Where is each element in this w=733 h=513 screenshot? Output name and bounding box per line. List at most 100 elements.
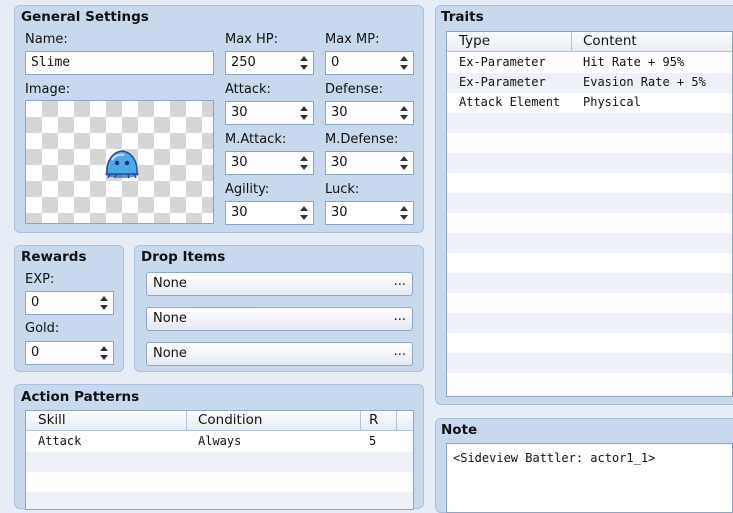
arrow-up-icon[interactable] [400, 56, 408, 61]
mattack-stepper[interactable] [300, 154, 309, 172]
col-skill-header[interactable]: Skill [38, 412, 66, 428]
table-row[interactable] [447, 373, 732, 393]
note-text: <Sideview Battler: actor1_1> [453, 451, 656, 465]
arrow-up-icon[interactable] [300, 106, 308, 111]
agility-stepper[interactable] [300, 204, 309, 222]
table-row[interactable] [26, 492, 413, 509]
table-row[interactable] [447, 353, 732, 373]
column-divider [360, 411, 361, 431]
table-row[interactable] [26, 452, 413, 472]
arrow-up-icon[interactable] [400, 206, 408, 211]
traits-header: Type Content [447, 32, 732, 52]
arrow-down-icon[interactable] [300, 215, 308, 220]
gold-spinner[interactable]: 0 [25, 341, 114, 365]
col-type-header[interactable]: Type [459, 33, 490, 49]
traits-table[interactable]: Type Content Ex-Parameter Hit Rate + 95% E… [446, 31, 733, 397]
table-row[interactable] [447, 193, 732, 213]
luck-stepper[interactable] [400, 204, 409, 222]
mattack-spinner[interactable]: 30 [225, 151, 314, 175]
mdefense-stepper[interactable] [400, 154, 409, 172]
arrow-up-icon[interactable] [100, 296, 108, 301]
exp-stepper[interactable] [100, 294, 109, 312]
table-row[interactable] [447, 313, 732, 333]
col-condition-header[interactable]: Condition [198, 412, 262, 428]
gold-value: 0 [31, 345, 40, 360]
arrow-up-icon[interactable] [400, 106, 408, 111]
note-textarea[interactable]: <Sideview Battler: actor1_1> [446, 443, 733, 513]
col-content-header[interactable]: Content [583, 33, 637, 49]
defense-label: Defense: [325, 82, 383, 97]
table-row[interactable] [447, 153, 732, 173]
agility-value: 30 [231, 205, 248, 220]
maxmp-value: 0 [331, 55, 340, 70]
maxmp-stepper[interactable] [400, 54, 409, 72]
trait-content-cell: Hit Rate + 95% [583, 55, 685, 69]
trait-content-cell: Evasion Rate + 5% [583, 75, 706, 89]
arrow-down-icon[interactable] [100, 305, 108, 310]
drop-item-2-button[interactable]: None ... [146, 307, 413, 331]
note-title: Note [441, 422, 478, 438]
maxhp-stepper[interactable] [300, 54, 309, 72]
arrow-up-icon[interactable] [300, 56, 308, 61]
maxmp-spinner[interactable]: 0 [325, 51, 414, 75]
table-row[interactable]: Ex-Parameter Hit Rate + 95% [447, 53, 732, 73]
drop-item-3-button[interactable]: None ... [146, 342, 413, 366]
gold-stepper[interactable] [100, 344, 109, 362]
agility-spinner[interactable]: 30 [225, 201, 314, 225]
maxhp-value: 250 [231, 55, 256, 70]
arrow-up-icon[interactable] [100, 346, 108, 351]
arrow-down-icon[interactable] [300, 65, 308, 70]
attack-spinner[interactable]: 30 [225, 101, 314, 125]
table-row[interactable] [447, 333, 732, 353]
name-field[interactable]: Slime [25, 51, 214, 75]
table-row[interactable] [447, 253, 732, 273]
defense-spinner[interactable]: 30 [325, 101, 414, 125]
trait-type-cell: Ex-Parameter [459, 55, 546, 69]
table-row[interactable] [447, 293, 732, 313]
table-row[interactable] [447, 133, 732, 153]
action-r-cell: 5 [369, 434, 377, 448]
trait-content-cell: Physical [583, 95, 641, 109]
arrow-down-icon[interactable] [300, 115, 308, 120]
mdefense-value: 30 [331, 155, 348, 170]
maxhp-spinner[interactable]: 250 [225, 51, 314, 75]
table-row[interactable] [26, 472, 413, 492]
arrow-down-icon[interactable] [400, 215, 408, 220]
drop-item-2-label: None [153, 311, 187, 326]
battler-image-box[interactable] [25, 100, 214, 224]
table-row[interactable] [447, 273, 732, 293]
exp-spinner[interactable]: 0 [25, 291, 114, 315]
action-patterns-table[interactable]: Skill Condition R Attack Always 5 [25, 410, 414, 510]
action-condition-cell: Always [198, 434, 242, 448]
maxhp-label: Max HP: [225, 32, 279, 47]
ellipsis-icon: ... [393, 344, 406, 359]
luck-spinner[interactable]: 30 [325, 201, 414, 225]
attack-value: 30 [231, 105, 248, 120]
attack-stepper[interactable] [300, 104, 309, 122]
table-row[interactable] [447, 233, 732, 253]
arrow-down-icon[interactable] [100, 355, 108, 360]
table-row[interactable] [447, 173, 732, 193]
col-r-header[interactable]: R [369, 412, 378, 428]
table-row[interactable] [447, 113, 732, 133]
arrow-down-icon[interactable] [400, 115, 408, 120]
table-row[interactable]: Attack Always 5 [26, 432, 413, 452]
arrow-down-icon[interactable] [400, 65, 408, 70]
table-row[interactable]: Attack Element Physical [447, 93, 732, 113]
arrow-up-icon[interactable] [400, 156, 408, 161]
arrow-down-icon[interactable] [400, 165, 408, 170]
action-patterns-title: Action Patterns [21, 389, 140, 405]
arrow-down-icon[interactable] [300, 165, 308, 170]
action-skill-cell: Attack [38, 434, 82, 448]
arrow-up-icon[interactable] [300, 156, 308, 161]
mdefense-spinner[interactable]: 30 [325, 151, 414, 175]
table-row[interactable]: Ex-Parameter Evasion Rate + 5% [447, 73, 732, 93]
exp-value: 0 [31, 295, 40, 310]
drop-items-title: Drop Items [141, 249, 226, 265]
drop-item-1-button[interactable]: None ... [146, 272, 413, 296]
table-row[interactable] [447, 213, 732, 233]
general-settings-title: General Settings [21, 9, 149, 25]
mdefense-label: M.Defense: [325, 132, 399, 147]
arrow-up-icon[interactable] [300, 206, 308, 211]
defense-stepper[interactable] [400, 104, 409, 122]
